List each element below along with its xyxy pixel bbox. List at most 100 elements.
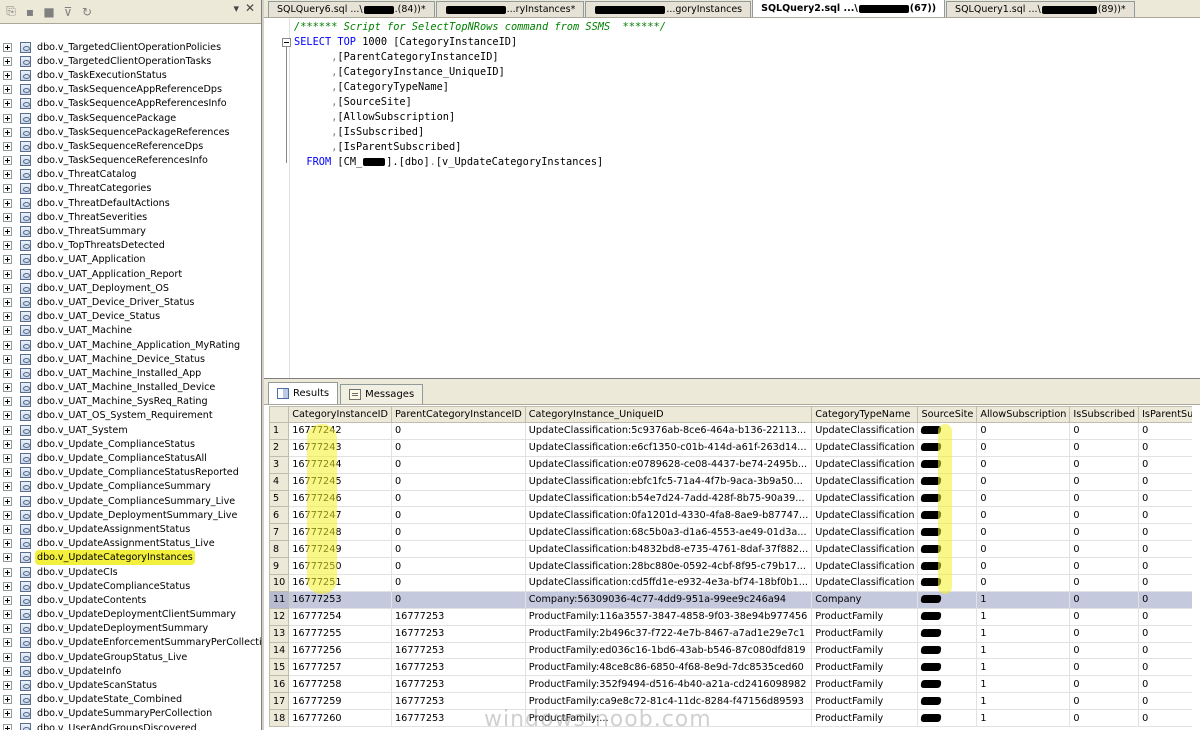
tree-item[interactable]: dbo.v_Update_DeploymentSummary_Live [0, 508, 261, 522]
tab-sqlquery2[interactable]: SQLQuery2.sql ...\ (67)) [752, 0, 946, 17]
cell-is-subscribed[interactable]: 0 [1069, 641, 1140, 660]
cell-parent-id[interactable]: 0 [391, 557, 526, 576]
row-number[interactable]: 18 [269, 709, 290, 728]
cell-type-name[interactable]: ProductFamily [811, 692, 919, 711]
cell-type-name[interactable]: ProductFamily [811, 658, 919, 677]
expand-icon[interactable] [3, 567, 12, 577]
cell-allow-subscription[interactable]: 1 [976, 675, 1071, 694]
cell-is-parent-subscribed[interactable]: 0 [1138, 675, 1192, 694]
cell-parent-id[interactable]: 16777253 [391, 709, 526, 728]
expand-icon[interactable] [3, 42, 12, 52]
expand-icon[interactable] [3, 539, 12, 549]
expand-icon[interactable] [3, 212, 12, 222]
cell-type-name[interactable]: UpdateClassification [811, 540, 919, 559]
cell-unique-id[interactable]: ProductFamily:116a3557-3847-4858-9f03-38… [524, 607, 813, 626]
row-number[interactable]: 7 [269, 523, 290, 542]
cell-is-subscribed[interactable]: 0 [1069, 506, 1140, 525]
expand-icon[interactable] [3, 397, 12, 407]
close-icon[interactable]: ▾ [233, 2, 239, 15]
tree-item[interactable]: dbo.v_UAT_Application_Report [0, 267, 261, 281]
row-number[interactable]: 12 [269, 607, 290, 626]
cell-source-site[interactable] [917, 607, 978, 626]
cell-is-parent-subscribed[interactable]: 0 [1138, 472, 1192, 491]
cell-allow-subscription[interactable]: 0 [976, 557, 1071, 576]
cell-allow-subscription[interactable]: 0 [976, 472, 1071, 491]
cell-is-parent-subscribed[interactable]: 0 [1138, 607, 1192, 626]
tree-item[interactable]: dbo.v_ThreatDefaultActions [0, 196, 261, 210]
cell-allow-subscription[interactable]: 0 [976, 438, 1071, 457]
expand-icon[interactable] [3, 85, 12, 95]
cell-is-parent-subscribed[interactable]: 0 [1138, 506, 1192, 525]
tree-item[interactable]: dbo.v_TopThreatsDetected [0, 239, 261, 253]
expand-icon[interactable] [3, 425, 12, 435]
expand-icon[interactable] [3, 113, 12, 123]
table-row[interactable]: 2 16777243 0 UpdateClassification:e6cf1350-… [269, 438, 1192, 457]
table-row[interactable]: 9 16777250 0 UpdateClassification:28bc880e-… [269, 557, 1192, 576]
cell-parent-id[interactable]: 0 [391, 438, 526, 457]
cell-is-subscribed[interactable]: 0 [1069, 574, 1140, 592]
cell-unique-id[interactable]: UpdateClassification:68c5b0a3-d1a6-4553-… [524, 523, 813, 542]
cell-is-subscribed[interactable]: 0 [1069, 557, 1140, 576]
cell-type-name[interactable]: UpdateClassification [811, 574, 919, 592]
tree-item[interactable]: dbo.v_UpdateComplianceStatus [0, 579, 261, 593]
cell-type-name[interactable]: UpdateClassification [811, 422, 919, 440]
cell-allow-subscription[interactable]: 0 [976, 506, 1071, 525]
expand-icon[interactable] [3, 156, 12, 166]
expand-icon[interactable] [3, 141, 12, 151]
cell-type-name[interactable]: ProductFamily [811, 624, 919, 643]
table-row[interactable]: 18 16777260 16777253 ProductFamily:... Produ… [269, 709, 1192, 728]
cell-source-site[interactable] [917, 438, 978, 457]
cell-parent-id[interactable]: 16777253 [391, 607, 526, 626]
table-row[interactable]: 1 16777242 0 UpdateClassification:5c9376ab-… [269, 422, 1192, 440]
tree-item[interactable]: dbo.v_UAT_Deployment_OS [0, 281, 261, 295]
tree-item[interactable]: dbo.v_UpdateGroupStatus_Live [0, 650, 261, 664]
cell-type-name[interactable]: UpdateClassification [811, 472, 919, 491]
table-row[interactable]: 17 16777259 16777253 ProductFamily:ca9e8c72… [269, 692, 1192, 711]
tree-item[interactable]: dbo.v_Update_ComplianceStatusReported [0, 466, 261, 480]
cell-parent-id[interactable]: 0 [391, 523, 526, 542]
cell-source-site[interactable] [917, 557, 978, 576]
table-row[interactable]: 10 16777251 0 UpdateClassification:cd5ffd1e… [269, 574, 1192, 592]
cell-allow-subscription[interactable]: 0 [976, 523, 1071, 542]
cell-is-parent-subscribed[interactable]: 0 [1138, 523, 1192, 542]
cell-is-parent-subscribed[interactable]: 0 [1138, 540, 1192, 559]
expand-icon[interactable] [3, 723, 12, 730]
table-row[interactable]: 3 16777244 0 UpdateClassification:e0789628-… [269, 455, 1192, 474]
cell-source-site[interactable] [917, 489, 978, 508]
tree-item[interactable]: dbo.v_UpdateState_Combined [0, 693, 261, 707]
cell-source-site[interactable] [917, 624, 978, 643]
tab-results[interactable]: Results [268, 382, 339, 404]
expand-icon[interactable] [3, 510, 12, 520]
column-header[interactable]: IsParentSubscribed [1138, 406, 1192, 423]
tree-item[interactable]: dbo.v_UAT_Application [0, 253, 261, 267]
cell-type-name[interactable]: ProductFamily [811, 641, 919, 660]
cell-category-instance-id[interactable]: 16777251 [288, 574, 392, 592]
expand-icon[interactable] [3, 468, 12, 478]
expand-icon[interactable] [3, 312, 12, 322]
explorer-tree[interactable]: dbo.v_TargetedClientOperationPolicies dbo… [0, 40, 261, 730]
tree-item[interactable]: dbo.v_UpdateScanStatus [0, 678, 261, 692]
cell-is-subscribed[interactable]: 0 [1069, 523, 1140, 542]
expand-icon[interactable] [3, 283, 12, 293]
row-number[interactable]: 9 [269, 557, 290, 576]
tree-item[interactable]: dbo.v_UAT_Machine_Installed_App [0, 366, 261, 380]
tree-item[interactable]: dbo.v_UpdateSummaryPerCollection [0, 707, 261, 721]
table-row[interactable]: 16 16777258 16777253 ProductFamily:352f9494… [269, 675, 1192, 694]
expand-icon[interactable] [3, 439, 12, 449]
expand-icon[interactable] [3, 411, 12, 421]
cell-is-parent-subscribed[interactable]: 0 [1138, 455, 1192, 474]
results-grid[interactable]: CategoryInstanceID ParentCategoryInstance… [269, 406, 1192, 730]
refresh-icon[interactable]: ↻ [80, 5, 94, 19]
cell-type-name[interactable]: ProductFamily [811, 607, 919, 626]
cell-source-site[interactable] [917, 422, 978, 440]
tree-item[interactable]: dbo.v_TaskSequenceAppReferencesInfo [0, 97, 261, 111]
expand-icon[interactable] [3, 354, 12, 364]
cell-unique-id[interactable]: ProductFamily:... [524, 709, 813, 728]
cell-allow-subscription[interactable]: 1 [976, 624, 1071, 643]
tree-item[interactable]: dbo.v_UAT_Machine_SysReq_Rating [0, 395, 261, 409]
row-number[interactable]: 14 [269, 641, 290, 660]
row-number[interactable]: 13 [269, 624, 290, 643]
expand-icon[interactable] [3, 198, 12, 208]
code-editor[interactable]: /****** Script for SelectTopNRows comman… [264, 18, 1200, 378]
row-number[interactable]: 10 [269, 574, 290, 592]
